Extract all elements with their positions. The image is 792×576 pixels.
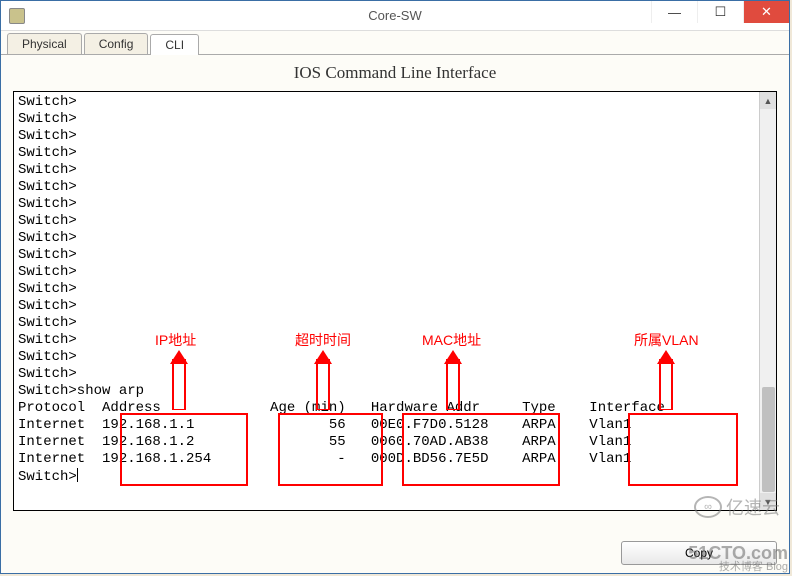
tab-config[interactable]: Config bbox=[84, 33, 149, 54]
copy-button[interactable]: Copy bbox=[621, 541, 777, 565]
scroll-thumb[interactable] bbox=[762, 387, 775, 492]
close-button[interactable]: ✕ bbox=[743, 1, 789, 23]
minimize-button[interactable]: — bbox=[651, 1, 697, 23]
tab-physical[interactable]: Physical bbox=[7, 33, 82, 54]
tabbar: Physical Config CLI bbox=[1, 31, 789, 55]
cli-pane: IOS Command Line Interface Switch> Switc… bbox=[1, 55, 789, 573]
titlebar: Core-SW — ☐ ✕ bbox=[1, 1, 789, 31]
pane-title: IOS Command Line Interface bbox=[13, 63, 777, 83]
tab-cli[interactable]: CLI bbox=[150, 34, 199, 55]
terminal-scrollbar[interactable]: ▲ ▼ bbox=[759, 92, 776, 510]
app-window: Core-SW — ☐ ✕ Physical Config CLI IOS Co… bbox=[0, 0, 790, 574]
scroll-up-button[interactable]: ▲ bbox=[760, 92, 776, 109]
window-controls: — ☐ ✕ bbox=[651, 1, 789, 23]
terminal-container: Switch> Switch> Switch> Switch> Switch> … bbox=[13, 91, 777, 511]
terminal-output[interactable]: Switch> Switch> Switch> Switch> Switch> … bbox=[14, 92, 760, 510]
scroll-down-button[interactable]: ▼ bbox=[760, 493, 776, 510]
maximize-button[interactable]: ☐ bbox=[697, 1, 743, 23]
